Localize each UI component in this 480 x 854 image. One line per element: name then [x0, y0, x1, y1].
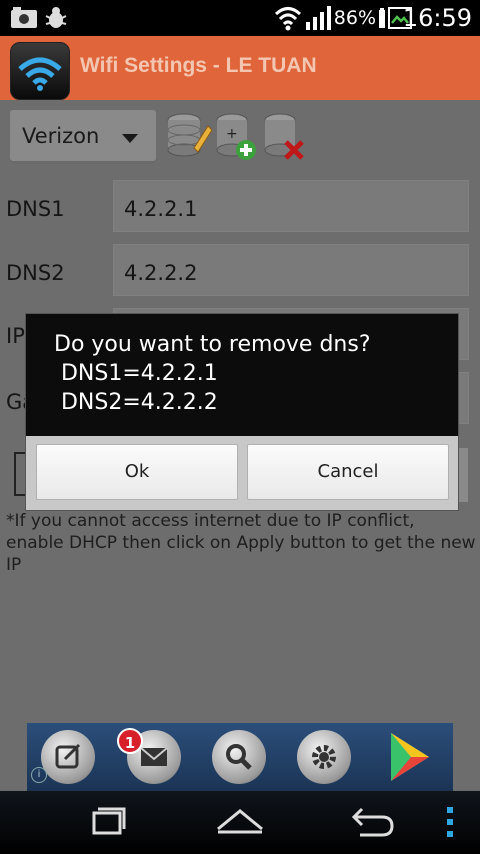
info-icon[interactable]: i	[31, 767, 47, 783]
dns2-label: DNS2	[6, 261, 65, 285]
dialog-button-bar: Ok Cancel	[26, 436, 458, 510]
notification-badge: 1	[117, 728, 143, 754]
search-button[interactable]	[212, 730, 266, 784]
wifi-icon	[274, 7, 302, 31]
wifi-app-icon[interactable]	[10, 42, 70, 100]
search-icon	[226, 744, 252, 770]
carrier-selected-label: Verizon	[22, 124, 100, 148]
ip-conflict-note: *If you cannot access internet due to IP…	[6, 511, 476, 575]
cancel-button[interactable]: Cancel	[247, 444, 449, 500]
battery-percent: 86%	[333, 7, 376, 29]
edit-dns-icon[interactable]	[164, 112, 212, 162]
svg-text:+: +	[226, 126, 238, 142]
carrier-dropdown[interactable]: Verizon	[10, 110, 156, 164]
wifi-icon	[18, 57, 62, 91]
remove-dns-icon[interactable]	[260, 112, 308, 162]
compose-button[interactable]	[41, 730, 95, 784]
app-dock: 1 i	[27, 723, 453, 791]
add-dns-icon[interactable]: +	[212, 112, 260, 162]
signal-icon	[306, 6, 331, 30]
bug-icon	[45, 7, 67, 28]
settings-icon	[312, 745, 336, 769]
recent-apps-icon[interactable]	[78, 799, 138, 845]
dialog-message: Do you want to remove dns? DNS1=4.2.2.1 …	[54, 332, 371, 415]
play-store-icon[interactable]	[385, 731, 433, 783]
dns1-field[interactable]: 4.2.2.1	[113, 180, 469, 232]
home-icon[interactable]	[210, 799, 270, 845]
ip-label: IP	[6, 324, 25, 348]
dns1-label: DNS1	[6, 197, 65, 221]
dns2-field[interactable]: 4.2.2.2	[113, 244, 469, 296]
action-bar: Wifi Settings - LE TUAN	[0, 36, 480, 100]
dropdown-arrow-icon	[122, 134, 138, 143]
back-icon[interactable]	[342, 799, 402, 845]
navigation-bar	[0, 791, 480, 854]
status-bar: 86% 16:59	[0, 0, 480, 36]
ok-button[interactable]: Ok	[36, 444, 238, 500]
menu-icon[interactable]	[430, 799, 470, 845]
compose-icon	[55, 743, 81, 769]
screenshot-icon	[11, 7, 37, 28]
battery-icon	[379, 8, 385, 28]
page-title: Wifi Settings - LE TUAN	[80, 54, 317, 77]
remove-dns-dialog: Do you want to remove dns? DNS1=4.2.2.1 …	[25, 313, 459, 511]
settings-button[interactable]	[297, 730, 351, 784]
clock: 16:59	[402, 4, 472, 32]
